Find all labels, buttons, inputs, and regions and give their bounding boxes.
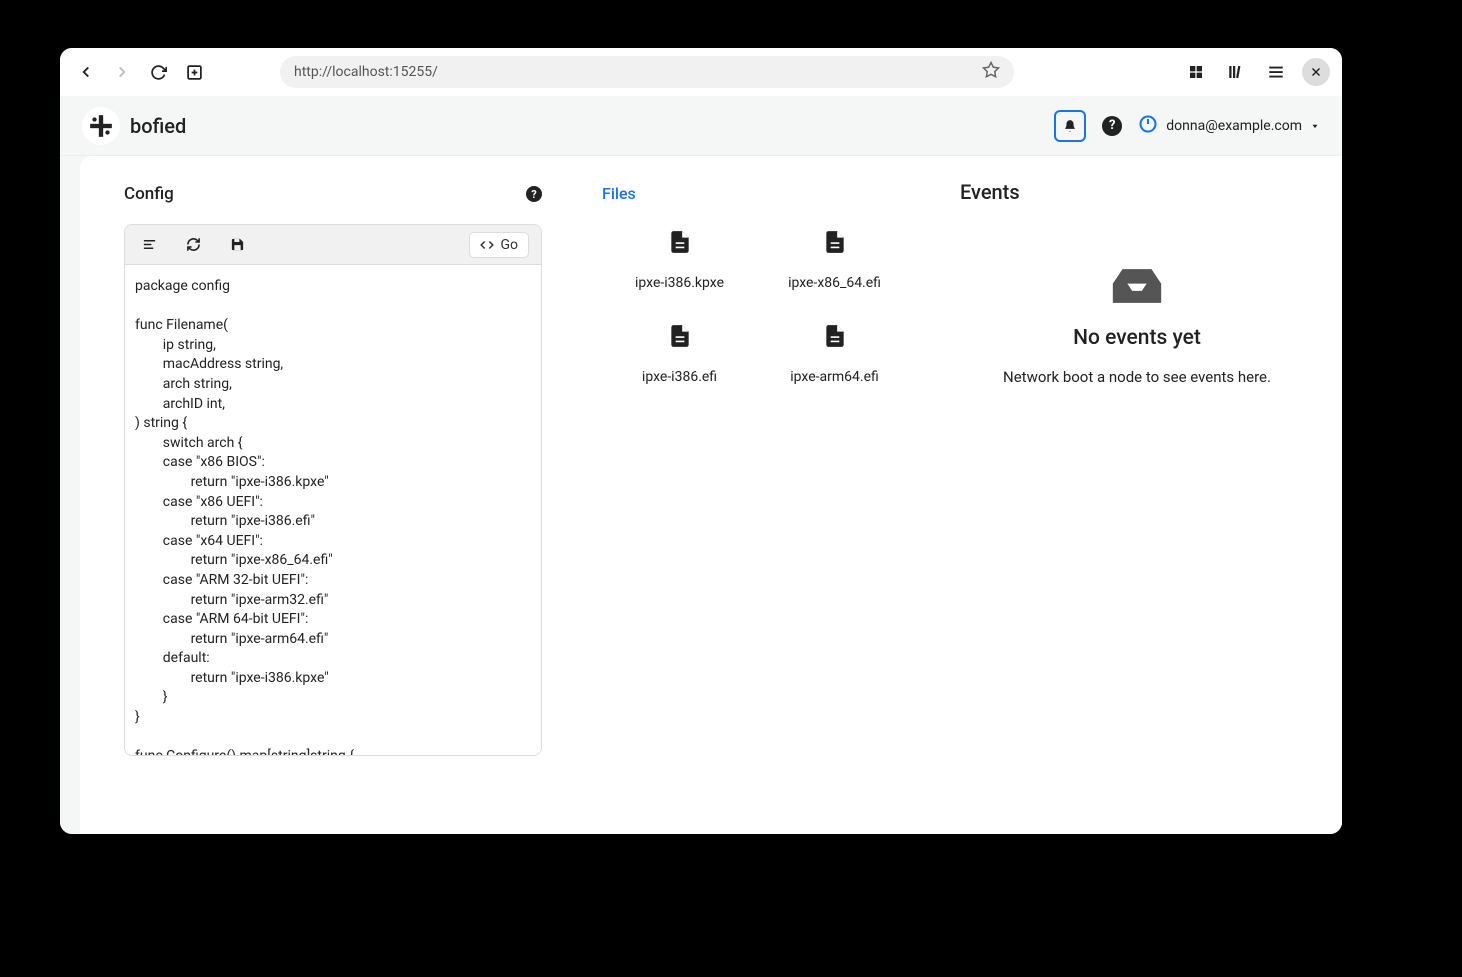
files-title: Files — [602, 184, 916, 203]
grid-icon[interactable] — [1182, 58, 1210, 86]
format-button[interactable] — [137, 233, 161, 257]
save-button[interactable] — [225, 233, 249, 257]
events-empty-state: No events yet Network boot a node to see… — [960, 264, 1314, 386]
events-empty-text: Network boot a node to see events here. — [1003, 368, 1271, 386]
main-panel: Config ? — [80, 156, 960, 834]
config-help-icon[interactable]: ? — [526, 186, 542, 202]
code-textarea[interactable]: package config func Filename( ip string,… — [125, 265, 541, 755]
power-icon — [1138, 114, 1158, 138]
file-item[interactable]: ipxe-x86_64.efi — [757, 227, 912, 291]
browser-window: http://localhost:15255/ bofie — [60, 48, 1342, 834]
help-button[interactable]: ? — [1102, 116, 1122, 136]
code-icon — [480, 238, 494, 252]
file-icon — [667, 227, 693, 257]
code-editor: Go package config func Filename( ip stri… — [124, 224, 542, 756]
file-name: ipxe-x86_64.efi — [788, 275, 881, 291]
file-icon — [822, 227, 848, 257]
events-title: Events — [960, 180, 1314, 204]
language-indicator[interactable]: Go — [469, 232, 529, 258]
chevron-down-icon — [1310, 121, 1320, 131]
file-name: ipxe-i386.kpxe — [635, 275, 724, 291]
file-item[interactable]: ipxe-i386.kpxe — [602, 227, 757, 291]
inbox-icon — [1108, 264, 1166, 308]
file-icon — [822, 321, 848, 351]
menu-icon[interactable] — [1262, 58, 1290, 86]
files-grid: ipxe-i386.kpxe ipxe-x86_64.efi ipxe-i386… — [602, 227, 916, 385]
config-header: Config ? — [124, 184, 542, 204]
bookmark-icon[interactable] — [982, 61, 1000, 83]
events-empty-title: No events yet — [1073, 326, 1201, 350]
notifications-button[interactable] — [1054, 110, 1086, 142]
files-panel: Files ipxe-i386.kpxe ipxe-x86_64.efi ipx… — [602, 184, 916, 834]
user-email: donna@example.com — [1166, 118, 1302, 134]
events-panel: Events No events yet Network boot a node… — [932, 156, 1342, 834]
content-area: Config ? — [60, 156, 1342, 834]
close-button[interactable] — [1302, 58, 1330, 86]
library-icon[interactable] — [1222, 58, 1250, 86]
app-logo[interactable]: bofied — [82, 107, 186, 145]
file-icon — [667, 321, 693, 351]
back-button[interactable] — [72, 58, 100, 86]
file-name: ipxe-i386.efi — [642, 369, 717, 385]
forward-button[interactable] — [108, 58, 136, 86]
header-right: ? donna@example.com — [1054, 110, 1320, 142]
reload-button[interactable] — [144, 58, 172, 86]
url-bar[interactable]: http://localhost:15255/ — [280, 56, 1014, 88]
language-label: Go — [500, 237, 518, 253]
new-tab-button[interactable] — [180, 58, 208, 86]
refresh-button[interactable] — [181, 233, 205, 257]
url-text: http://localhost:15255/ — [294, 64, 982, 80]
app-title: bofied — [130, 114, 186, 138]
file-item[interactable]: ipxe-i386.efi — [602, 321, 757, 385]
editor-toolbar: Go — [125, 225, 541, 265]
toolbar-right — [1182, 58, 1330, 86]
config-title: Config — [124, 184, 174, 204]
user-menu[interactable]: donna@example.com — [1138, 114, 1320, 138]
file-item[interactable]: ipxe-arm64.efi — [757, 321, 912, 385]
logo-icon — [82, 107, 120, 145]
browser-toolbar: http://localhost:15255/ — [60, 48, 1342, 96]
app-header: bofied ? donna@example.com — [60, 96, 1342, 156]
config-panel: Config ? — [124, 184, 542, 834]
file-name: ipxe-arm64.efi — [790, 369, 879, 385]
